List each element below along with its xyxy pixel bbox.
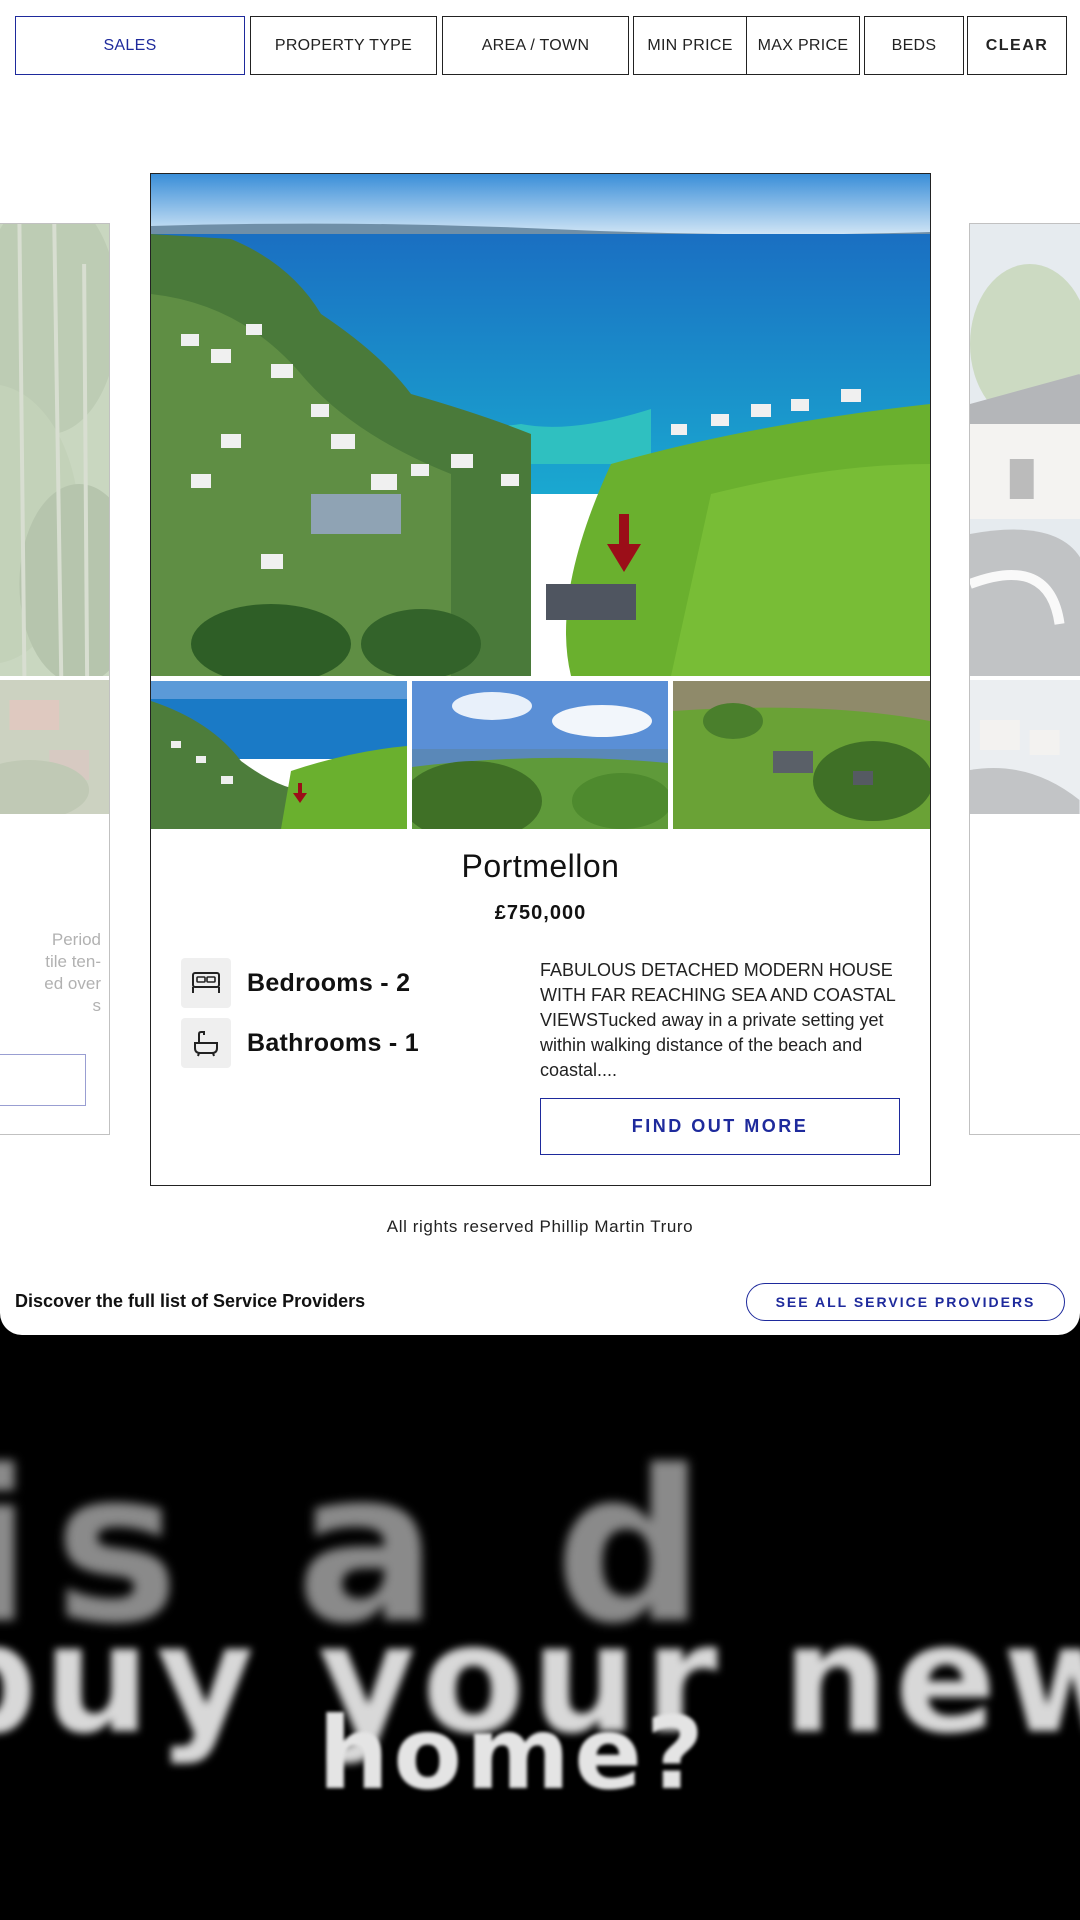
property-type-filter[interactable]: PROPERTY TYPE [250,16,437,75]
next-listing-thumbnail [970,680,1080,814]
listing-section: SALES PROPERTY TYPE AREA / TOWN MIN PRIC… [0,0,1080,1335]
service-providers-text: Discover the full list of Service Provid… [15,1291,366,1311]
previous-listing-card[interactable]: Period tile ten- ed over s [0,223,110,1135]
bedrooms-spec: Bedrooms - 2 [181,958,410,1008]
excerpt-line: tile ten- [45,952,101,971]
listing-description: FABULOUS DETACHED MODERN HOUSE WITH FAR … [540,960,896,1080]
listing-thumbnail[interactable] [673,681,930,829]
find-out-more-button[interactable]: FIND OUT MORE [540,1098,900,1155]
excerpt-line: Period [51,930,101,949]
listing-thumbnail[interactable] [412,681,668,829]
min-price-filter[interactable]: MIN PRICE [633,16,747,75]
max-price-filter[interactable]: MAX PRICE [746,16,860,75]
clear-button[interactable]: CLEAR [967,16,1067,75]
listing-thumbnails [151,681,930,829]
see-all-service-providers-button[interactable]: SEE ALL SERVICE PROVIDERS [746,1283,1065,1321]
listing-title: Portmellon [461,848,620,884]
area-town-filter[interactable]: AREA / TOWN [442,16,629,75]
bathrooms-label: Bathrooms - 1 [247,1028,419,1057]
hero-banner: is a d buy your new home? [0,1335,1080,1920]
previous-listing-excerpt: Period tile ten- ed over s [0,929,101,1017]
previous-listing-thumbnail [0,680,109,814]
beds-filter[interactable]: BEDS [864,16,964,75]
listing-thumbnail[interactable] [151,681,407,829]
next-listing-card[interactable]: Be Ba [969,223,1080,1135]
excerpt-line: ed over [44,974,101,993]
bed-icon [181,958,231,1008]
hero-text-line: home? [318,1695,708,1812]
previous-find-out-more-button[interactable] [0,1054,86,1106]
listing-main-photo[interactable] [151,174,930,676]
bath-icon [181,1018,231,1068]
listing-price: £750,000 [494,902,587,924]
listing-card[interactable]: Portmellon £750,000 Bedrooms - 2 Bathroo… [150,173,931,1186]
next-listing-photo [970,224,1080,676]
bathrooms-spec: Bathrooms - 1 [181,1018,419,1068]
sales-filter[interactable]: SALES [15,16,245,75]
copyright-text: All rights reserved Phillip Martin Truro [386,1217,694,1236]
previous-listing-photo [0,224,109,676]
bedrooms-label: Bedrooms - 2 [247,968,411,997]
excerpt-line: s [92,996,102,1015]
